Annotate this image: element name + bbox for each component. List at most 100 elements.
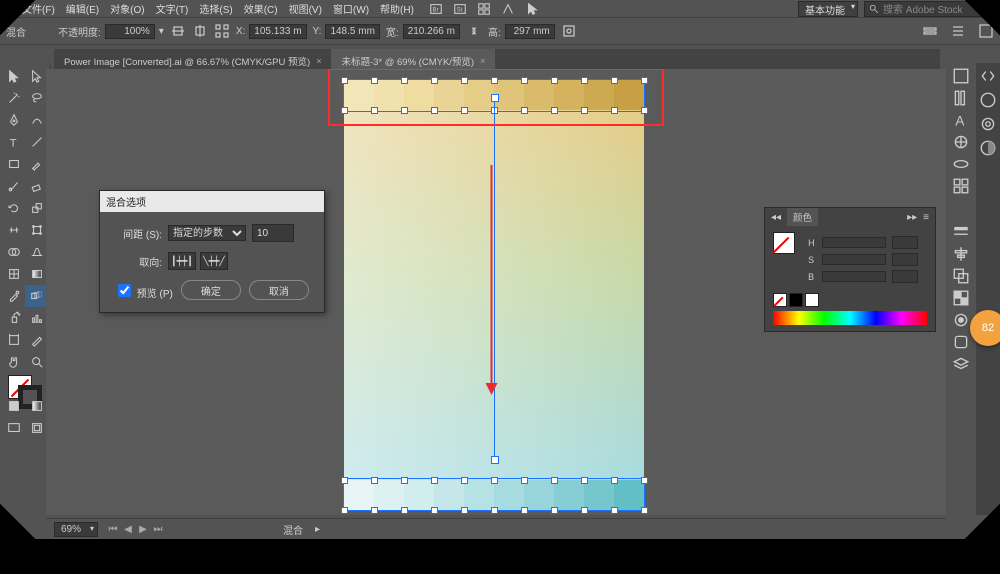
black-swatch[interactable] xyxy=(789,293,803,307)
rectangle-tool[interactable] xyxy=(2,153,25,175)
color-spectrum[interactable] xyxy=(773,311,927,325)
brushes-panel-icon[interactable] xyxy=(952,155,970,173)
zoom-level[interactable]: 69% xyxy=(54,522,98,537)
align-panel-icon[interactable] xyxy=(952,245,970,263)
spacing-value-input[interactable] xyxy=(252,224,294,242)
cancel-button[interactable]: 取消 xyxy=(249,280,309,300)
libraries-panel-icon[interactable] xyxy=(952,89,970,107)
symbol-sprayer-tool[interactable] xyxy=(2,307,25,329)
orientation-align-page[interactable]: ┃┿┿┃ xyxy=(168,252,196,270)
h-value[interactable]: 297 mm xyxy=(505,24,555,39)
menu-edit[interactable]: 编辑(E) xyxy=(66,1,99,16)
close-icon[interactable]: × xyxy=(316,56,321,66)
free-transform-tool[interactable] xyxy=(25,219,48,241)
menu-object[interactable]: 对象(O) xyxy=(110,1,144,16)
artboard-nav[interactable]: ⏮◀▶⏭ xyxy=(106,524,165,535)
y-value[interactable]: 148.5 mm xyxy=(325,24,379,39)
color-guide-icon[interactable] xyxy=(979,139,997,157)
stroke-panel-icon[interactable] xyxy=(952,223,970,241)
sat-slider[interactable] xyxy=(822,254,886,265)
color-mode-icon[interactable] xyxy=(2,395,25,417)
magic-wand-tool[interactable] xyxy=(2,87,25,109)
cc-libraries-icon[interactable] xyxy=(979,115,997,133)
chevron-right-icon[interactable]: ▸ xyxy=(315,524,320,535)
notification-badge[interactable]: 82 xyxy=(970,310,1000,346)
menu-type[interactable]: 文字(T) xyxy=(156,1,189,16)
bri-slider[interactable] xyxy=(822,271,886,282)
color-panel-tab[interactable]: 颜色 xyxy=(787,208,818,226)
eyedropper-tool[interactable] xyxy=(2,285,25,307)
color-fill-swatch[interactable] xyxy=(773,232,795,254)
scale-tool[interactable] xyxy=(25,197,48,219)
graphic-styles-panel-icon[interactable] xyxy=(952,333,970,351)
pen-tool[interactable] xyxy=(2,109,25,131)
menu-help[interactable]: 帮助(H) xyxy=(380,1,414,16)
bri-value[interactable] xyxy=(892,270,918,283)
expand-dock-icon[interactable] xyxy=(979,67,997,85)
tab-document-2[interactable]: 未标题-3* @ 69% (CMYK/预览)× xyxy=(331,49,495,69)
workspace-switcher[interactable]: 基本功能 xyxy=(798,1,858,17)
prefs-icon[interactable] xyxy=(950,23,966,39)
artboard-tool[interactable] xyxy=(2,329,25,351)
menu-effect[interactable]: 效果(C) xyxy=(244,1,278,16)
preview-checkbox[interactable]: 预览 (P) xyxy=(114,281,173,300)
color-panel-collapse-icon[interactable]: ◂◂ xyxy=(771,212,781,223)
character-panel-icon[interactable]: A xyxy=(952,111,970,129)
slice-tool[interactable] xyxy=(25,329,48,351)
mesh-tool[interactable] xyxy=(2,263,25,285)
lasso-tool[interactable] xyxy=(25,87,48,109)
cursor-icon[interactable] xyxy=(525,2,539,16)
link-wh-icon[interactable] xyxy=(466,23,482,39)
column-graph-tool[interactable] xyxy=(25,307,48,329)
hue-slider[interactable] xyxy=(822,237,886,248)
gradient-tool[interactable] xyxy=(25,263,48,285)
none-swatch[interactable] xyxy=(773,293,787,307)
selection-tool[interactable] xyxy=(2,65,25,87)
hue-value[interactable] xyxy=(892,236,918,249)
gradient-mode-icon[interactable] xyxy=(25,395,48,417)
paintbrush-tool[interactable] xyxy=(25,153,48,175)
perspective-grid-tool[interactable] xyxy=(25,241,48,263)
opacity-value[interactable]: 100% xyxy=(105,24,155,39)
white-swatch[interactable] xyxy=(805,293,819,307)
ok-button[interactable]: 确定 xyxy=(181,280,241,300)
color-themes-icon[interactable] xyxy=(979,91,997,109)
hand-tool[interactable] xyxy=(2,351,25,373)
curvature-tool[interactable] xyxy=(25,109,48,131)
orientation-align-path[interactable]: ╲┿┿╱ xyxy=(200,252,228,270)
swatches-panel-icon[interactable] xyxy=(952,177,970,195)
panel-more-icon[interactable]: ▸▸ xyxy=(907,212,917,223)
bridge-icon[interactable]: Br xyxy=(429,2,443,16)
menu-select[interactable]: 选择(S) xyxy=(199,1,232,16)
transform-icon[interactable] xyxy=(214,23,230,39)
menu-window[interactable]: 窗口(W) xyxy=(333,1,369,16)
width-tool[interactable] xyxy=(2,219,25,241)
align-v-icon[interactable] xyxy=(192,23,208,39)
sat-value[interactable] xyxy=(892,253,918,266)
spacing-mode-select[interactable]: 指定的步数 xyxy=(168,225,246,241)
symbols-panel-icon[interactable] xyxy=(952,133,970,151)
chevron-down-icon[interactable]: ▾ xyxy=(159,26,164,37)
appearance-panel-icon[interactable] xyxy=(952,311,970,329)
zoom-tool[interactable] xyxy=(25,351,48,373)
shape-builder-tool[interactable] xyxy=(2,241,25,263)
layers-panel-icon[interactable] xyxy=(952,355,970,373)
screen-mode-icon[interactable] xyxy=(2,417,25,439)
panel-menu-icon[interactable]: ≡ xyxy=(923,212,929,223)
direct-selection-tool[interactable] xyxy=(25,65,48,87)
shaper-tool[interactable] xyxy=(2,175,25,197)
tab-document-1[interactable]: Power Image [Converted].ai @ 66.67% (CMY… xyxy=(54,49,331,69)
w-value[interactable]: 210.266 m xyxy=(403,24,460,39)
gpu-icon[interactable] xyxy=(501,2,515,16)
menu-view[interactable]: 视图(V) xyxy=(289,1,322,16)
properties-panel-icon[interactable] xyxy=(952,67,970,85)
transparency-panel-icon[interactable] xyxy=(952,289,970,307)
blend-tool[interactable] xyxy=(25,285,48,307)
draw-mode-icon[interactable] xyxy=(25,417,48,439)
type-tool[interactable]: T xyxy=(2,131,25,153)
isolate-icon[interactable] xyxy=(561,23,577,39)
eraser-tool[interactable] xyxy=(25,175,48,197)
rotate-tool[interactable] xyxy=(2,197,25,219)
x-value[interactable]: 105.133 m xyxy=(249,24,306,39)
setup-icon[interactable] xyxy=(922,23,938,39)
